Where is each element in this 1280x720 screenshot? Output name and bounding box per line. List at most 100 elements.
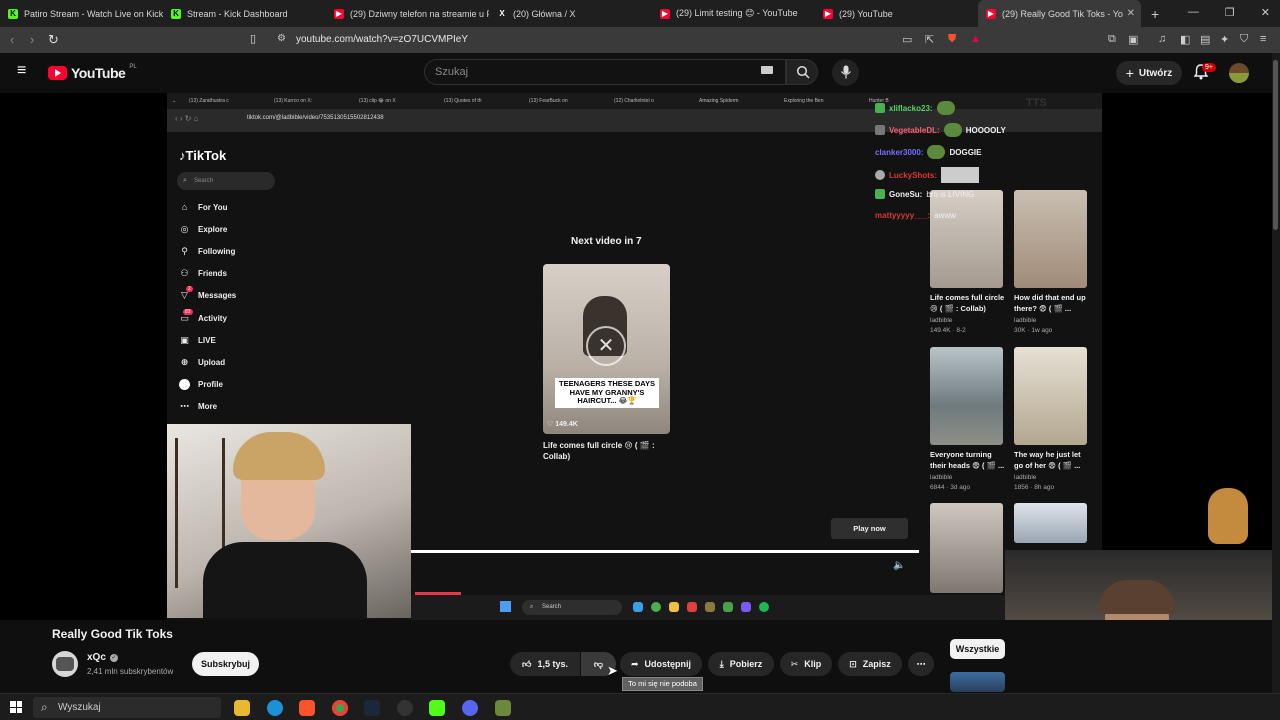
stream-tab: (12) CharlieIntel o xyxy=(614,98,654,104)
steam-icon[interactable] xyxy=(364,700,380,716)
brave-shield-icon[interactable]: ⛊ xyxy=(948,33,956,46)
recommended-thumbnail[interactable] xyxy=(950,672,1005,692)
menu-icon[interactable]: ≡ xyxy=(1260,33,1266,45)
pepe-emote-icon xyxy=(943,123,962,137)
channel-name[interactable]: xQc ✓ xyxy=(87,652,118,663)
chevron-down-icon: ⌄ xyxy=(172,98,177,104)
tts-label: TTS xyxy=(1026,97,1047,109)
close-tab-icon[interactable]: ✕ xyxy=(1127,8,1135,19)
chrome-icon[interactable] xyxy=(332,700,348,716)
url-field[interactable]: youtube.com/watch?v=zO7UCVMPIeY xyxy=(270,31,990,49)
file-explorer-icon[interactable] xyxy=(234,700,250,716)
side-video-channel: ladbible xyxy=(930,317,953,324)
account-avatar[interactable] xyxy=(1229,63,1249,83)
tiktok-nav-item: ⊕ Upload xyxy=(179,357,225,368)
compass-icon: ◎ xyxy=(180,224,189,234)
like-button[interactable]: 👍︎ 1,5 tys. xyxy=(510,652,580,676)
volume-icon: 🔈 xyxy=(893,560,906,571)
vpn-icon[interactable]: ⛉ xyxy=(1240,33,1248,46)
stream-url: tiktok.com/@ladbible/video/7535130515502… xyxy=(247,115,384,121)
kick-icon[interactable] xyxy=(429,700,445,716)
create-button[interactable]: + Utwórz xyxy=(1116,61,1182,85)
app-icon xyxy=(723,602,733,612)
discord-icon[interactable] xyxy=(462,700,478,716)
brave-icon[interactable] xyxy=(299,700,315,716)
stream-tab: (13) Kurrco on X: xyxy=(274,98,313,104)
search-button[interactable] xyxy=(786,59,818,85)
brave-rewards-icon[interactable]: ▲ xyxy=(970,33,981,45)
scrollbar-thumb[interactable] xyxy=(1273,60,1278,230)
side-video-meta: ladbible 149.4K · 8-2 xyxy=(930,316,966,336)
hamburger-menu-icon[interactable]: ≡ xyxy=(17,62,26,80)
stream-browser-tabs: ⌄ (13) Zarathustra c (13) Kurrco on X: (… xyxy=(167,93,1102,109)
media-icon[interactable]: ♫ xyxy=(1158,33,1166,45)
wallet-icon[interactable]: ▤ xyxy=(1200,33,1210,46)
channel-avatar[interactable] xyxy=(52,651,78,677)
search-input[interactable]: Szukaj xyxy=(424,59,786,85)
app-icon[interactable] xyxy=(495,700,511,716)
badge-icon xyxy=(875,189,885,199)
tab-label: (20) Główna / X xyxy=(513,8,576,19)
browser-tab[interactable]: ▶ (29) Limit testing 😊 - YouTube xyxy=(652,0,815,27)
obs-icon[interactable] xyxy=(397,700,413,716)
chat-user: mattyyyyy___: xyxy=(875,211,931,220)
minimize-icon[interactable]: — xyxy=(1188,6,1199,19)
subscribe-button[interactable]: Subskrybuj xyxy=(192,652,259,676)
browser-tab[interactable]: K Patiro Stream - Watch Live on Kick xyxy=(0,0,163,27)
restore-icon[interactable]: ❐ xyxy=(1225,6,1235,19)
back-icon[interactable]: ‹ xyxy=(10,32,14,47)
close-window-icon[interactable]: ✕ xyxy=(1261,6,1270,19)
clip-button[interactable]: ✂ Klip xyxy=(780,652,832,676)
browser-tab-active[interactable]: ▶ (29) Really Good Tik Toks - Yo ✕ xyxy=(978,0,1141,27)
pepe-emote-icon xyxy=(936,101,955,115)
reload-icon[interactable]: ↻ xyxy=(48,32,59,48)
pepe-emote-icon xyxy=(927,145,946,159)
extensions-icon[interactable]: ⧉ xyxy=(1108,33,1116,46)
site-info-icon[interactable]: ⚙ xyxy=(277,33,286,44)
voice-search-button[interactable] xyxy=(832,59,859,86)
youtube-header: ≡ YouTube PL Szukaj + Utwórz 9+ xyxy=(0,53,1280,93)
bookmark-icon[interactable]: ▯ xyxy=(250,32,256,45)
tab-label: (29) Limit testing 😊 - YouTube xyxy=(676,8,798,18)
windows-start-icon[interactable] xyxy=(10,701,22,713)
chat-user: clanker3000: xyxy=(875,147,924,157)
chat-user: LuckyShots: xyxy=(889,170,938,180)
forward-icon[interactable]: › xyxy=(30,32,34,47)
share-icon[interactable]: ⇱ xyxy=(925,33,934,46)
keyboard-icon[interactable] xyxy=(761,66,773,74)
browser-tab[interactable]: K Stream - Kick Dashboard xyxy=(163,0,326,27)
channel-name-text[interactable]: xQc xyxy=(87,652,106,663)
taskbar-search[interactable]: ⌕ Wyszukaj xyxy=(33,697,221,718)
nav-label: More xyxy=(198,402,218,411)
browser-tab-strip: K Patiro Stream - Watch Live on Kick K S… xyxy=(0,0,1280,27)
stream-tab: (13) FearBuck on xyxy=(529,98,568,104)
more-actions-button[interactable]: ⋯ xyxy=(908,652,934,676)
play-now-button: Play now xyxy=(831,518,908,539)
download-label: Pobierz xyxy=(729,659,763,669)
browser-tab[interactable]: ▶ (29) Dziwny telefon na streamie u Pa xyxy=(326,0,489,27)
microphone-icon xyxy=(841,65,851,79)
tiktok-nav-item: ▣ LIVE xyxy=(179,335,216,346)
sidebar-icon[interactable]: ◧ xyxy=(1180,33,1190,46)
side-video-thumbnail xyxy=(930,190,1003,288)
notification-badge: 9+ xyxy=(1202,63,1216,72)
side-video-stats: 6844 · 3d ago xyxy=(930,483,971,491)
browser-tab[interactable]: X (20) Główna / X xyxy=(489,0,652,27)
chat-text: bro is LIVING xyxy=(926,189,975,199)
windows-icon xyxy=(500,601,511,612)
save-button[interactable]: ⊡ Zapisz xyxy=(838,652,902,676)
edge-icon xyxy=(633,602,643,612)
video-player[interactable]: ⌄ (13) Zarathustra c (13) Kurrco on X: (… xyxy=(0,93,1272,620)
side-video-stats: 149.4K · 8-2 xyxy=(930,326,966,334)
youtube-icon: ▶ xyxy=(334,8,344,19)
filter-chip-all[interactable]: Wszystkie xyxy=(950,639,1005,659)
edge-icon[interactable] xyxy=(267,700,283,716)
tab-search-icon[interactable]: ▣ xyxy=(1128,33,1138,46)
youtube-logo[interactable]: YouTube PL xyxy=(48,64,137,81)
download-button[interactable]: ⤓ Pobierz xyxy=(708,652,774,676)
share-button[interactable]: ➦ Udostępnij xyxy=(620,652,702,676)
browser-tab[interactable]: ▶ (29) YouTube xyxy=(815,0,978,27)
cast-icon[interactable]: ▭ xyxy=(902,33,912,46)
new-tab-button[interactable]: + xyxy=(1151,6,1159,22)
leo-icon[interactable]: ✦ xyxy=(1220,33,1229,46)
